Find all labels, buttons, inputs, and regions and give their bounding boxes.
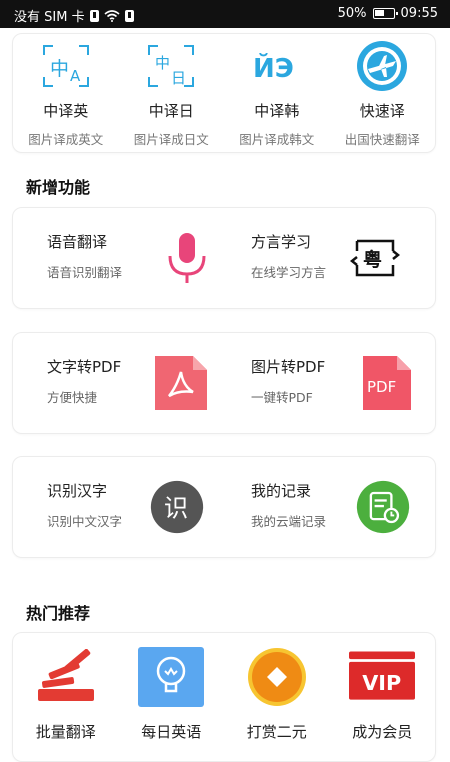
svg-text:ЙЭ: ЙЭ (253, 52, 294, 84)
mode-subtitle: 出国快速翻译 (344, 132, 420, 147)
feature-recognize-chinese[interactable]: 识别汉字 识别中文汉字 识 (47, 457, 217, 557)
feature-card-row-2: 文字转PDF 方便快捷 图片转PDF 一键转PDF PDF (12, 332, 436, 434)
svg-text:中: 中 (155, 54, 170, 72)
record-icon (355, 479, 411, 535)
zh-jp-icon: 中 日 (141, 40, 201, 92)
hot-item-daily-english[interactable]: 每日英语 (119, 633, 225, 742)
recognize-glyph: 识 (164, 493, 188, 522)
hot-item-title: 打赏二元 (246, 723, 307, 741)
notification-icon (89, 9, 99, 22)
feature-title: 图片转PDF (251, 358, 326, 376)
mode-title: 中译英 (43, 102, 89, 120)
stack-icon (33, 647, 99, 707)
feature-title: 我的记录 (251, 482, 312, 500)
feature-image-to-pdf[interactable]: 图片转PDF 一键转PDF PDF (251, 333, 421, 433)
feature-card-row-3: 识别汉字 识别中文汉字 识 我的记录 我的云端记录 (12, 456, 436, 558)
hot-recommend-card: 批量翻译 每日英语 打赏二元 VIP 成为会员 (12, 632, 436, 762)
feature-subtitle: 语音识别翻译 (47, 265, 123, 280)
feature-subtitle: 一键转PDF (251, 390, 313, 405)
mode-zh-jp[interactable]: 中 日 中译日 图片译成日文 (119, 34, 225, 152)
pdf-acrobat-icon (153, 355, 209, 411)
vip-icon: VIP (349, 647, 416, 707)
vip-label: VIP (362, 671, 401, 695)
svg-text:日: 日 (171, 69, 186, 87)
mode-zh-en[interactable]: 中 A 中译英 图片译成英文 (13, 34, 119, 152)
carrier-text: 没有 SIM 卡 (14, 10, 85, 25)
dialect-glyph: 粤 (363, 248, 382, 271)
mode-title: 中译日 (148, 102, 194, 120)
mode-zh-kr[interactable]: ЙЭ 中译韩 图片译成韩文 (224, 34, 330, 152)
mode-subtitle: 图片译成日文 (133, 132, 209, 147)
hot-item-title: 每日英语 (141, 723, 202, 741)
airplane-icon (352, 40, 412, 92)
clock: 09:55 (400, 6, 438, 21)
battery-icon (372, 8, 398, 19)
mode-quick[interactable]: 快速译 出国快速翻译 (330, 34, 436, 152)
mode-subtitle: 图片译成英文 (28, 132, 104, 147)
pdf-file-icon: PDF (359, 355, 415, 411)
download-icon (124, 9, 134, 22)
translate-modes-card: 中 A 中译英 图片译成英文 中 日 中译日 图片译成日文 ЙЭ 中译韩 图片译… (12, 33, 436, 153)
hot-item-batch-translate[interactable]: 批量翻译 (13, 633, 119, 742)
mode-title: 快速译 (359, 102, 405, 120)
feature-dialect-learning[interactable]: 方言学习 在线学习方言 粤 (251, 208, 421, 308)
feature-title: 文字转PDF (47, 358, 122, 376)
coin-icon (244, 647, 310, 707)
feature-text-to-pdf[interactable]: 文字转PDF 方便快捷 (47, 333, 217, 433)
microphone-icon (159, 230, 215, 286)
feature-title: 识别汉字 (47, 482, 108, 500)
feature-subtitle: 识别中文汉字 (47, 514, 123, 529)
feature-my-records[interactable]: 我的记录 我的云端记录 (251, 457, 421, 557)
feature-card-row-1: 语音翻译 语音识别翻译 方言学习 在线学习方言 粤 (12, 207, 436, 309)
status-right: 50% 09:55 (338, 6, 438, 21)
lightbulb-icon (138, 647, 205, 707)
zh-en-icon: 中 A (36, 40, 96, 92)
section-title-hot-recommend: 热门推荐 (26, 604, 91, 623)
status-bar: 没有 SIM 卡 50% 09:55 (0, 0, 450, 28)
hot-item-vip[interactable]: VIP 成为会员 (330, 633, 436, 742)
svg-text:A: A (70, 67, 81, 85)
feature-subtitle: 方便快捷 (47, 390, 98, 405)
chinese-char-icon: 识 (149, 479, 205, 535)
battery-percent: 50% (337, 6, 367, 21)
mode-title: 中译韩 (254, 102, 300, 120)
hot-item-title: 成为会员 (352, 723, 413, 741)
status-left: 没有 SIM 卡 (14, 6, 134, 25)
zh-kr-icon: ЙЭ (247, 40, 307, 92)
hot-item-title: 批量翻译 (35, 723, 96, 741)
dialect-icon: 粤 (347, 230, 403, 286)
svg-text:中: 中 (50, 58, 69, 80)
hot-item-tip[interactable]: 打赏二元 (224, 633, 330, 742)
section-title-new-features: 新增功能 (26, 178, 91, 197)
feature-title: 语音翻译 (47, 233, 108, 251)
feature-voice-translate[interactable]: 语音翻译 语音识别翻译 (47, 208, 217, 308)
mode-subtitle: 图片译成韩文 (239, 132, 315, 147)
pdf-label: PDF (367, 378, 396, 396)
feature-subtitle: 在线学习方言 (251, 265, 327, 280)
feature-subtitle: 我的云端记录 (251, 514, 327, 529)
feature-title: 方言学习 (251, 233, 312, 251)
wifi-icon (104, 9, 120, 22)
